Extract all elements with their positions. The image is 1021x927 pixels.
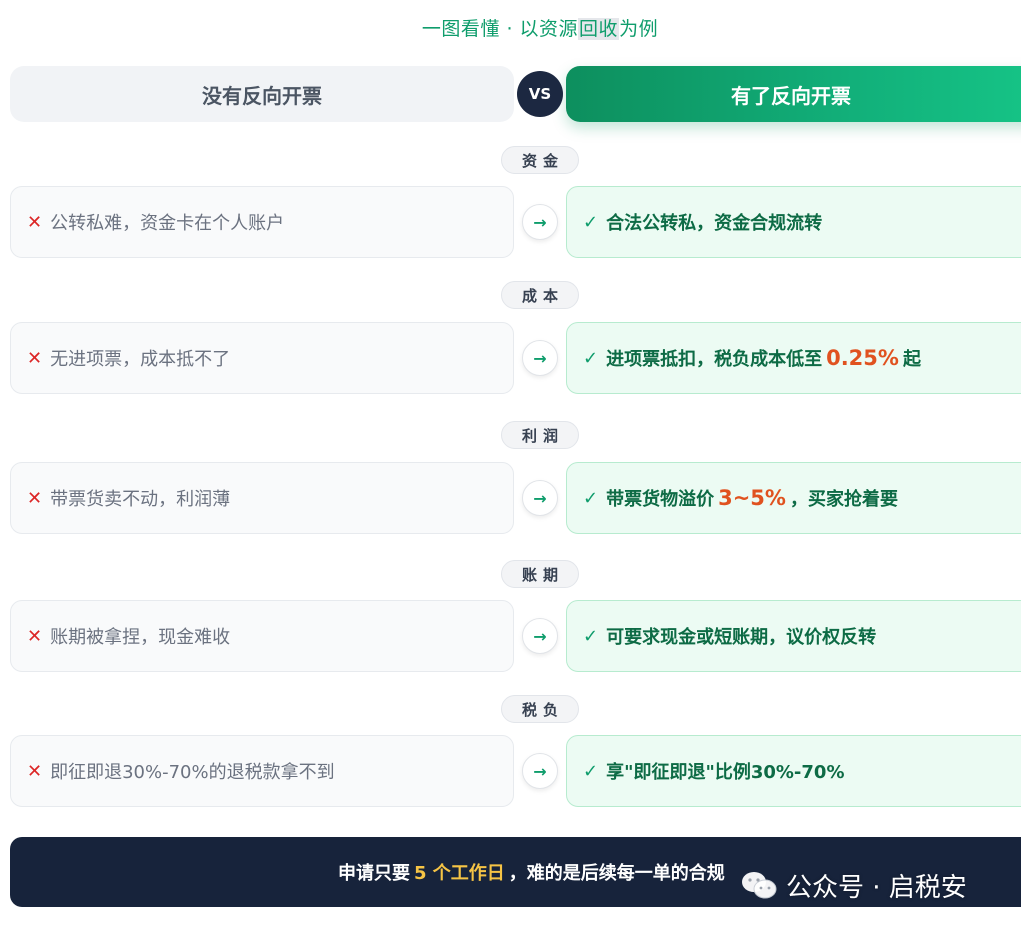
cross-icon: ✕: [27, 760, 43, 782]
footer-highlight: 5 个工作日: [414, 863, 505, 884]
arrow-right-icon: →: [522, 618, 558, 654]
problem-text: 无进项票，成本抵不了: [50, 349, 231, 370]
subtitle-text: 一图看懂 · 以资源: [421, 18, 579, 40]
problem-card: ✕ 带票货卖不动，利润薄: [10, 462, 514, 534]
problem-text: 公转私难，资金卡在个人账户: [50, 213, 285, 234]
solution-text-end: 起: [902, 349, 921, 370]
check-icon: ✓: [583, 211, 599, 233]
arrow-right-icon: →: [522, 204, 558, 240]
watermark-text: 公众号 · 启税安: [786, 872, 967, 903]
arrow-right-icon: →: [522, 340, 558, 376]
check-icon: ✓: [583, 347, 599, 369]
solution-card: ✓ 享"即征即退"比例30%-70%: [566, 735, 1021, 807]
category-pill: 税负: [501, 695, 579, 723]
category-pill: 资金: [501, 146, 579, 174]
solution-text-end: ，买家抢着要: [789, 489, 898, 510]
page-subtitle: 一图看懂 · 以资源回收为例: [0, 14, 1021, 41]
arrow-right-icon: →: [522, 480, 558, 516]
check-icon: ✓: [583, 625, 599, 647]
vs-badge: VS: [517, 71, 563, 117]
problem-card: ✕ 账期被拿捏，现金难收: [10, 600, 514, 672]
solution-text: 带票货物溢价: [606, 489, 715, 510]
watermark: 公众号 · 启税安: [740, 866, 967, 904]
category-pill: 账期: [501, 560, 579, 588]
highlight-number: 3~5%: [718, 486, 786, 510]
highlight-number: 0.25%: [826, 346, 899, 370]
solution-text: 可要求现金或短账期，议价权反转: [606, 627, 877, 648]
cross-icon: ✕: [27, 347, 43, 369]
header-without-reverse-invoice: 没有反向开票: [10, 66, 514, 122]
check-icon: ✓: [583, 760, 599, 782]
problem-text: 即征即退30%-70%的退税款拿不到: [50, 762, 335, 783]
solution-card: ✓ 合法公转私，资金合规流转: [566, 186, 1021, 258]
problem-card: ✕ 即征即退30%-70%的退税款拿不到: [10, 735, 514, 807]
category-pill: 成本: [501, 281, 579, 309]
cross-icon: ✕: [27, 487, 43, 509]
solution-card: ✓ 进项票抵扣，税负成本低至 0.25% 起: [566, 322, 1021, 394]
problem-text: 账期被拿捏，现金难收: [50, 627, 231, 648]
header-with-reverse-invoice: 有了反向开票: [566, 66, 1021, 122]
problem-card: ✕ 公转私难，资金卡在个人账户: [10, 186, 514, 258]
solution-text: 进项票抵扣，税负成本低至: [606, 349, 823, 370]
subtitle-text-end: 为例: [619, 18, 659, 40]
arrow-right-icon: →: [522, 753, 558, 789]
subtitle-highlight: 回收: [578, 18, 620, 40]
check-icon: ✓: [583, 487, 599, 509]
category-pill: 利润: [501, 421, 579, 449]
solution-card: ✓ 带票货物溢价 3~5% ，买家抢着要: [566, 462, 1021, 534]
solution-text: 合法公转私，资金合规流转: [606, 213, 823, 234]
footer-text-end: ，难的是后续每一单的合规: [508, 863, 725, 884]
wechat-icon: [740, 870, 778, 900]
solution-card: ✓ 可要求现金或短账期，议价权反转: [566, 600, 1021, 672]
cross-icon: ✕: [27, 625, 43, 647]
problem-text: 带票货卖不动，利润薄: [50, 489, 231, 510]
solution-text: 享"即征即退"比例30%-70%: [606, 762, 845, 783]
footer-text: 申请只要: [338, 863, 410, 884]
problem-card: ✕ 无进项票，成本抵不了: [10, 322, 514, 394]
cross-icon: ✕: [27, 211, 43, 233]
